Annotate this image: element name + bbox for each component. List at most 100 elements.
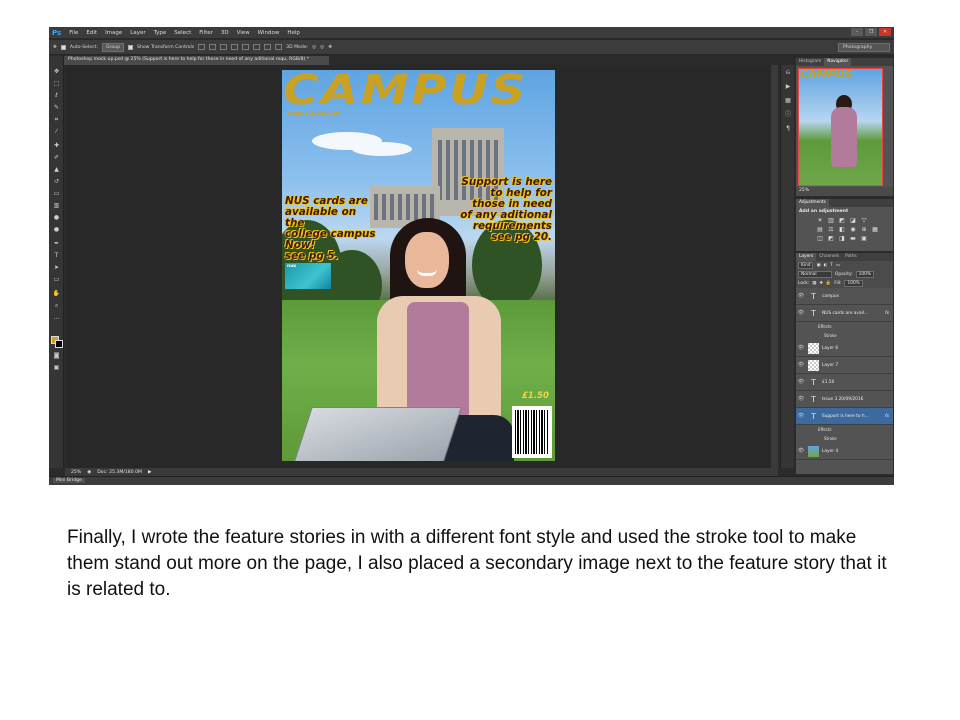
channel-mixer-icon[interactable]: ⊕ xyxy=(860,226,868,233)
marquee-tool-icon[interactable]: ⬚ xyxy=(52,80,61,88)
tab-channels[interactable]: Channels xyxy=(816,253,842,261)
filter-shape-icon[interactable]: ▭ xyxy=(836,263,840,268)
feature-story-support[interactable]: Support is here to help for those in nee… xyxy=(460,177,552,243)
visibility-eye-icon[interactable]: 👁 xyxy=(796,293,806,299)
feature-story-nus[interactable]: NUS cards are available on the college c… xyxy=(285,196,377,262)
layer-fx-badge[interactable]: fx xyxy=(885,311,889,316)
align-middle-icon[interactable] xyxy=(209,44,217,50)
align-left-icon[interactable] xyxy=(231,44,239,50)
auto-align-icon[interactable] xyxy=(275,44,283,50)
kind-filter-dropdown[interactable]: Kind xyxy=(798,262,814,269)
layer-fx-badge[interactable]: fx xyxy=(885,414,889,419)
blur-tool-icon[interactable]: ● xyxy=(52,214,61,222)
color-balance-icon[interactable]: ⚖ xyxy=(827,226,835,233)
layer-stroke-row[interactable]: Stroke xyxy=(796,434,893,443)
info-panel-icon[interactable]: ⓘ xyxy=(784,111,792,119)
opacity-field[interactable]: 100% xyxy=(855,271,874,278)
actions-panel-icon[interactable]: ▶ xyxy=(784,83,792,91)
paragraph-panel-icon[interactable]: ¶ xyxy=(784,125,792,133)
threshold-icon[interactable]: ◨ xyxy=(838,235,846,242)
layer-effects-row[interactable]: Effects xyxy=(796,322,893,331)
document-tab[interactable]: Photoshop mock up.psd @ 25% (Support is … xyxy=(64,56,329,65)
photo-filter-icon[interactable]: ◉ xyxy=(849,226,857,233)
tab-paths[interactable]: Paths xyxy=(842,253,860,261)
3d-orbit-icon[interactable]: ◎ xyxy=(312,45,316,50)
align-center-icon[interactable] xyxy=(242,44,250,50)
posterize-icon[interactable]: ◩ xyxy=(827,235,835,242)
align-right-icon[interactable] xyxy=(253,44,261,50)
3d-pan-icon[interactable]: ✥ xyxy=(328,45,332,50)
menu-edit[interactable]: Edit xyxy=(82,30,101,36)
eyedropper-tool-icon[interactable]: ⁄ xyxy=(52,128,61,136)
move-tool-icon[interactable]: ✥ xyxy=(53,45,57,50)
pen-tool-icon[interactable]: ✒ xyxy=(52,240,61,248)
blend-mode-dropdown[interactable]: Normal xyxy=(798,271,832,278)
auto-select-checkbox[interactable] xyxy=(60,44,66,50)
black-white-icon[interactable]: ◧ xyxy=(838,226,846,233)
dodge-tool-icon[interactable]: ● xyxy=(52,226,61,234)
cover-issue-line[interactable]: Issue 3 2009/2010 xyxy=(288,111,339,117)
vibrance-icon[interactable]: ▽ xyxy=(860,217,868,224)
visibility-eye-icon[interactable]: 👁 xyxy=(796,310,806,316)
gradient-tool-icon[interactable]: ▥ xyxy=(52,202,61,210)
quick-select-tool-icon[interactable]: ✎ xyxy=(52,104,61,112)
menu-select[interactable]: Select xyxy=(170,30,195,36)
history-brush-icon[interactable]: ↺ xyxy=(52,178,61,186)
layer-row[interactable]: 👁 T Issue 3 20/09/2016 xyxy=(796,391,893,408)
minimize-button[interactable]: – xyxy=(851,28,863,36)
visibility-eye-icon[interactable]: 👁 xyxy=(796,396,806,402)
canvas-scrollbar[interactable] xyxy=(771,65,778,468)
restore-button[interactable]: ❐ xyxy=(865,28,877,36)
levels-icon[interactable]: ▥ xyxy=(827,217,835,224)
quick-mask-icon[interactable]: ◙ xyxy=(52,352,61,360)
menu-filter[interactable]: Filter xyxy=(195,30,217,36)
layer-row[interactable]: 👁 T £1.50 xyxy=(796,374,893,391)
visibility-eye-icon[interactable]: 👁 xyxy=(796,345,806,351)
hue-saturation-icon[interactable]: ▤ xyxy=(816,226,824,233)
layer-effects-row[interactable]: Effects xyxy=(796,425,893,434)
crop-tool-icon[interactable]: ⌗ xyxy=(52,116,61,124)
zoom-tool-icon[interactable]: ⌕ xyxy=(52,302,61,310)
invert-icon[interactable]: ◫ xyxy=(816,235,824,242)
properties-panel-icon[interactable]: ▦ xyxy=(784,97,792,105)
tab-adjustments[interactable]: Adjustments xyxy=(796,199,829,207)
lock-pixels-icon[interactable]: ▦ xyxy=(812,281,816,286)
brightness-icon[interactable]: ☀ xyxy=(816,217,824,224)
layer-row[interactable]: 👁 T NUS cards are avail... fx xyxy=(796,305,893,322)
visibility-eye-icon[interactable]: 👁 xyxy=(796,362,806,368)
3d-roll-icon[interactable]: ◎ xyxy=(320,45,324,50)
visibility-eye-icon[interactable]: 👁 xyxy=(796,413,806,419)
menu-image[interactable]: Image xyxy=(101,30,126,36)
barcode[interactable] xyxy=(512,406,552,458)
distribute-icon[interactable] xyxy=(264,44,272,50)
healing-brush-icon[interactable]: ✚ xyxy=(52,142,61,150)
menu-type[interactable]: Type xyxy=(150,30,171,36)
type-tool-icon[interactable]: T xyxy=(52,252,61,260)
align-top-icon[interactable] xyxy=(198,44,206,50)
auto-select-dropdown[interactable]: Group xyxy=(102,42,124,52)
shape-tool-icon[interactable]: ▭ xyxy=(52,276,61,284)
close-button[interactable]: ✕ xyxy=(879,28,891,36)
visibility-eye-icon[interactable]: 👁 xyxy=(796,379,806,385)
menu-help[interactable]: Help xyxy=(283,30,304,36)
menu-3d[interactable]: 3D xyxy=(217,30,233,36)
clone-stamp-icon[interactable]: ▲ xyxy=(52,166,61,174)
hand-tool-icon[interactable]: ✋ xyxy=(52,290,61,298)
menu-file[interactable]: File xyxy=(65,30,82,36)
mini-bridge-tab[interactable]: Mini Bridge xyxy=(53,478,85,483)
layer-stroke-row[interactable]: Stroke xyxy=(796,331,893,340)
layer-row[interactable]: 👁 Layer 6 xyxy=(796,340,893,357)
filter-pixel-icon[interactable]: ▣ xyxy=(816,263,820,268)
exposure-icon[interactable]: ◪ xyxy=(849,217,857,224)
fill-field[interactable]: 100% xyxy=(844,280,863,287)
tab-navigator[interactable]: Navigator xyxy=(824,58,852,66)
color-lookup-icon[interactable]: ▦ xyxy=(871,226,879,233)
menu-view[interactable]: View xyxy=(233,30,254,36)
brush-tool-icon[interactable]: ✐ xyxy=(52,154,61,162)
menu-layer[interactable]: Layer xyxy=(126,30,149,36)
layer-row[interactable]: 👁 Layer 4 xyxy=(796,443,893,460)
curves-icon[interactable]: ◩ xyxy=(838,217,846,224)
screen-mode-icon[interactable]: ▣ xyxy=(52,364,61,372)
cover-price[interactable]: £1.50 xyxy=(522,391,549,401)
layer-row[interactable]: 👁 T campus xyxy=(796,288,893,305)
